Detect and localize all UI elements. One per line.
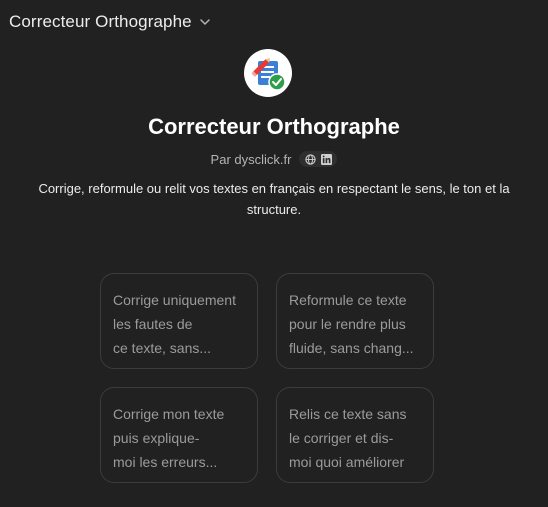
- header-title: Correcteur Orthographe: [9, 12, 192, 31]
- author-label: Par dysclick.fr: [210, 151, 292, 167]
- gpt-description: Corrige, reformule ou relit vos textes e…: [38, 181, 510, 217]
- conversation-starter[interactable]: Corrige uniquement les fautes de ce text…: [100, 273, 258, 369]
- conversation-starter[interactable]: Reformule ce texte pour le rendre plus f…: [276, 273, 434, 369]
- starter-line: pour le rendre plus: [289, 316, 406, 332]
- author-links: [299, 151, 338, 167]
- starter-line: fluide, sans chang...: [289, 340, 414, 356]
- starter-line: moi les erreurs...: [113, 454, 218, 470]
- linkedin-icon[interactable]: [320, 153, 332, 165]
- globe-icon[interactable]: [304, 153, 316, 165]
- gpt-avatar: [244, 49, 292, 97]
- starter-line: Corrige uniquement: [113, 292, 236, 308]
- starter-line: Reformule ce texte: [289, 292, 407, 308]
- conversation-starter[interactable]: Relis ce texte sans le corriger et dis- …: [276, 387, 434, 483]
- starter-line: Corrige mon texte: [113, 406, 225, 422]
- byline: Par dysclick.fr: [0, 151, 548, 167]
- starter-line: puis explique-: [113, 430, 200, 446]
- pen-document-check-icon: [251, 58, 286, 91]
- gpt-title-dropdown[interactable]: Correcteur Orthographe: [9, 12, 211, 32]
- gpt-name: Correcteur Orthographe: [148, 114, 400, 139]
- starter-line: moi quoi améliorer: [289, 454, 405, 470]
- starter-line: ce texte, sans...: [113, 340, 212, 356]
- conversation-starter[interactable]: Corrige mon texte puis explique- moi les…: [100, 387, 258, 483]
- starter-line: Relis ce texte sans: [289, 406, 407, 422]
- chevron-down-icon: [199, 16, 211, 28]
- starter-line: le corriger et dis-: [289, 430, 394, 446]
- starter-line: les fautes de: [113, 316, 193, 332]
